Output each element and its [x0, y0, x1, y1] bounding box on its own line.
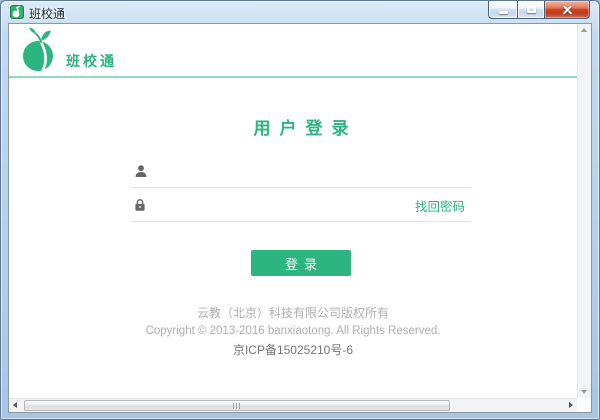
scroll-right-icon[interactable] — [569, 402, 573, 408]
person-icon — [135, 165, 147, 177]
window-controls — [488, 1, 590, 19]
titlebar[interactable]: 班校通 — [1, 1, 599, 23]
scroll-down-icon[interactable] — [581, 390, 587, 394]
password-input[interactable] — [156, 196, 415, 219]
footer-copyright-line: Copyright © 2013-2016 banxiaotong. All R… — [145, 325, 441, 337]
close-button[interactable] — [545, 1, 590, 19]
minimize-icon — [498, 10, 508, 14]
window-title: 班校通 — [29, 7, 66, 21]
logo-text: 班校通 — [66, 53, 117, 69]
sprout-app-icon — [10, 5, 24, 19]
content-panel: 班校通 用户登录 找回密码 登录 云教（北京）科技有限公司版权所有 Copyri… — [8, 23, 592, 413]
username-input[interactable] — [158, 162, 471, 185]
horizontal-scrollbar[interactable] — [9, 398, 577, 412]
footer-company-line: 云教（北京）科技有限公司版权所有 — [196, 306, 389, 320]
scroll-up-icon[interactable] — [581, 28, 587, 32]
app-window: 班校通 班校通 用户登录 找回密码 登录 云教（北京）科技有限公司版权所有 Co… — [0, 0, 600, 420]
footer: 云教（北京）科技有限公司版权所有 Copyright © 2013-2016 b… — [9, 304, 577, 358]
forgot-password-link[interactable]: 找回密码 — [415, 196, 465, 215]
header-divider — [9, 76, 577, 78]
login-form: 用户登录 找回密码 登录 — [131, 114, 471, 276]
maximize-icon — [526, 6, 536, 13]
scroll-left-icon[interactable] — [13, 402, 17, 408]
footer-icp-line: 京ICP备15025210号-6 — [232, 343, 354, 357]
horizontal-scrollbar-thumb[interactable] — [24, 400, 450, 411]
sprout-logo-icon — [23, 27, 53, 72]
password-field-row: 找回密码 — [131, 194, 471, 222]
close-icon — [562, 5, 573, 15]
maximize-button[interactable] — [517, 1, 545, 19]
login-button[interactable]: 登录 — [251, 250, 351, 276]
page-title: 用户登录 — [253, 119, 358, 138]
scrollbar-grip-icon — [233, 403, 241, 409]
minimize-button[interactable] — [488, 1, 517, 19]
vertical-scrollbar[interactable] — [577, 24, 591, 398]
lock-icon — [135, 199, 145, 211]
username-field-row — [131, 160, 471, 188]
